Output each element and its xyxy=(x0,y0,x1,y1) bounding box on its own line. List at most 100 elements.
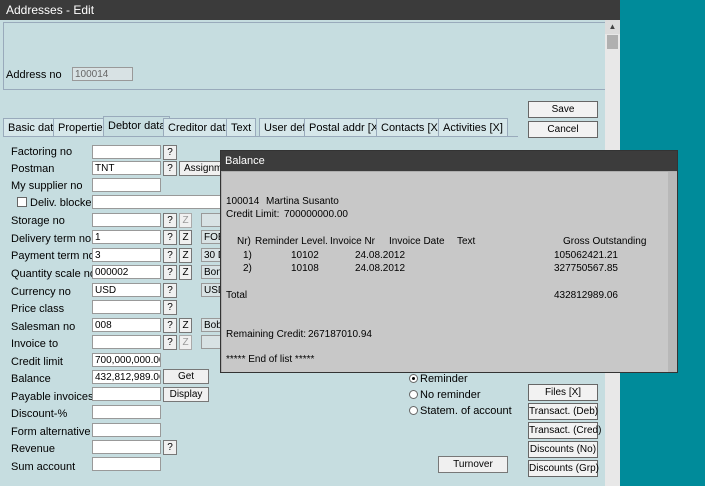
statement-radio[interactable] xyxy=(409,406,418,415)
row-nr: 2) xyxy=(243,263,252,274)
reminder-radio[interactable] xyxy=(409,374,418,383)
factoring-no-field[interactable] xyxy=(92,145,161,159)
payment-term-desc: 30 D xyxy=(201,248,221,262)
tab-text[interactable]: Text xyxy=(226,118,257,136)
salesman-no-label: Salesman no xyxy=(11,321,76,333)
no-reminder-label: No reminder xyxy=(420,389,481,401)
sum-account-field[interactable] xyxy=(92,457,161,471)
storage-no-z-button[interactable]: Z xyxy=(179,213,192,228)
balance-dialog: Balance 100014 Martina Susanto Credit Li… xyxy=(220,150,678,373)
turnover-button[interactable]: Turnover xyxy=(438,456,508,473)
factoring-no-lookup-button[interactable]: ? xyxy=(163,145,177,160)
quantity-scale-lookup-button[interactable]: ? xyxy=(163,265,177,280)
scrollbar-thumb[interactable] xyxy=(607,35,618,49)
currency-no-field[interactable]: USD xyxy=(92,283,161,297)
remaining-credit-label: Remaining Credit: xyxy=(226,329,307,340)
postman-label: Postman xyxy=(11,163,55,175)
total-label: Total xyxy=(226,290,248,301)
customer-no: 100014 xyxy=(226,196,260,207)
transact-cred-button[interactable]: Transact. (Cred) xyxy=(528,422,601,439)
my-supplier-no-label: My supplier no xyxy=(11,180,83,192)
assignment-button[interactable]: Assignme xyxy=(179,161,223,176)
discounts-grp-button[interactable]: Discounts (Grp) xyxy=(528,460,599,477)
balance-scrollbar[interactable] xyxy=(668,172,677,372)
storage-no-desc xyxy=(201,213,221,227)
transact-deb-button[interactable]: Transact. (Deb) xyxy=(528,403,598,420)
tab-user-def[interactable]: User def xyxy=(259,118,311,136)
currency-lookup-button[interactable]: ? xyxy=(163,283,177,298)
header-panel: Address no 100014 xyxy=(3,22,606,90)
discounts-no-button[interactable]: Discounts (No) xyxy=(528,441,598,458)
salesman-no-field[interactable]: 008 xyxy=(92,318,161,332)
deliv-blocked-checkbox[interactable] xyxy=(17,197,27,207)
column-header: Reminder Level. xyxy=(255,236,328,247)
sum-account-label: Sum account xyxy=(11,461,76,473)
price-class-label: Price class xyxy=(11,303,65,315)
balance-report: 100014 Martina Susanto Credit Limit: 700… xyxy=(222,172,668,372)
invoice-to-label: Invoice to xyxy=(11,338,59,350)
tab-debtor-data[interactable]: Debtor data xyxy=(103,116,171,136)
save-button[interactable]: Save xyxy=(528,101,598,118)
postman-field[interactable]: TNT xyxy=(92,161,161,175)
invoice-to-z-button[interactable]: Z xyxy=(179,335,192,350)
column-header: Text xyxy=(457,236,476,247)
delivery-term-no-field[interactable]: 1 xyxy=(92,230,161,244)
discount-pct-field[interactable] xyxy=(92,405,161,419)
salesman-lookup-button[interactable]: ? xyxy=(163,318,177,333)
remaining-credit-value: 267187010.94 xyxy=(308,329,372,340)
tab-contacts[interactable]: Contacts [X] xyxy=(376,118,446,136)
column-header: Nr) xyxy=(237,236,251,247)
balance-dialog-titlebar: Balance xyxy=(221,151,677,171)
total-value: 432812989.06 xyxy=(554,290,618,301)
get-balance-button[interactable]: Get xyxy=(163,369,209,384)
quantity-scale-no-field[interactable]: 000002 xyxy=(92,265,161,279)
postman-lookup-button[interactable]: ? xyxy=(163,161,177,176)
payment-term-no-field[interactable]: 3 xyxy=(92,248,161,262)
scroll-up-arrow-icon[interactable]: ▲ xyxy=(605,20,620,34)
window-titlebar: Addresses - Edit xyxy=(0,0,620,20)
payable-invoices-field xyxy=(92,387,161,401)
quantity-scale-desc: Bonu xyxy=(201,265,221,279)
salesman-z-button[interactable]: Z xyxy=(179,318,192,333)
row-invoice-nr: 10108 xyxy=(291,263,319,274)
price-class-lookup-button[interactable]: ? xyxy=(163,300,177,315)
currency-desc: USD xyxy=(201,283,221,297)
payment-term-no-label: Payment term no xyxy=(11,250,95,262)
statement-label: Statem. of account xyxy=(420,405,512,417)
row-invoice-nr: 10102 xyxy=(291,250,319,261)
tab-postal-addr[interactable]: Postal addr [X] xyxy=(304,118,387,136)
credit-limit-label: Credit limit xyxy=(11,356,63,368)
balance-field: 432,812,989.06 xyxy=(92,370,161,384)
quantity-scale-no-label: Quantity scale no xyxy=(11,268,96,280)
invoice-to-field[interactable] xyxy=(92,335,161,349)
credit-limit-field[interactable]: 700,000,000.00 xyxy=(92,353,161,367)
revenue-field[interactable] xyxy=(92,440,161,454)
delivery-term-lookup-button[interactable]: ? xyxy=(163,230,177,245)
quantity-scale-z-button[interactable]: Z xyxy=(179,265,192,280)
tab-divider xyxy=(3,136,518,137)
files-button[interactable]: Files [X] xyxy=(528,384,598,401)
display-button[interactable]: Display xyxy=(163,387,209,402)
my-supplier-no-field[interactable] xyxy=(92,178,161,192)
payable-invoices-label: Payable invoices xyxy=(11,391,94,403)
row-date: 24.08.2012 xyxy=(355,263,406,274)
tab-activities[interactable]: Activities [X] xyxy=(438,118,508,136)
column-header: Gross Outstanding xyxy=(563,236,647,247)
delivery-term-z-button[interactable]: Z xyxy=(179,230,192,245)
payment-term-lookup-button[interactable]: ? xyxy=(163,248,177,263)
no-reminder-radio[interactable] xyxy=(409,390,418,399)
cancel-button[interactable]: Cancel xyxy=(528,121,598,138)
storage-no-field[interactable] xyxy=(92,213,161,227)
form-alternative-field[interactable] xyxy=(92,423,161,437)
storage-no-lookup-button[interactable]: ? xyxy=(163,213,177,228)
payment-term-z-button[interactable]: Z xyxy=(179,248,192,263)
column-header: Invoice Nr xyxy=(330,236,376,247)
revenue-label: Revenue xyxy=(11,443,56,455)
revenue-lookup-button[interactable]: ? xyxy=(163,440,177,455)
window-title: Addresses - Edit xyxy=(6,3,95,17)
end-of-list: ***** End of list ***** xyxy=(226,354,315,365)
delivery-term-no-label: Delivery term no xyxy=(11,233,92,245)
deliv-blocked-field[interactable] xyxy=(92,195,222,209)
invoice-to-lookup-button[interactable]: ? xyxy=(163,335,177,350)
price-class-field[interactable] xyxy=(92,300,161,314)
